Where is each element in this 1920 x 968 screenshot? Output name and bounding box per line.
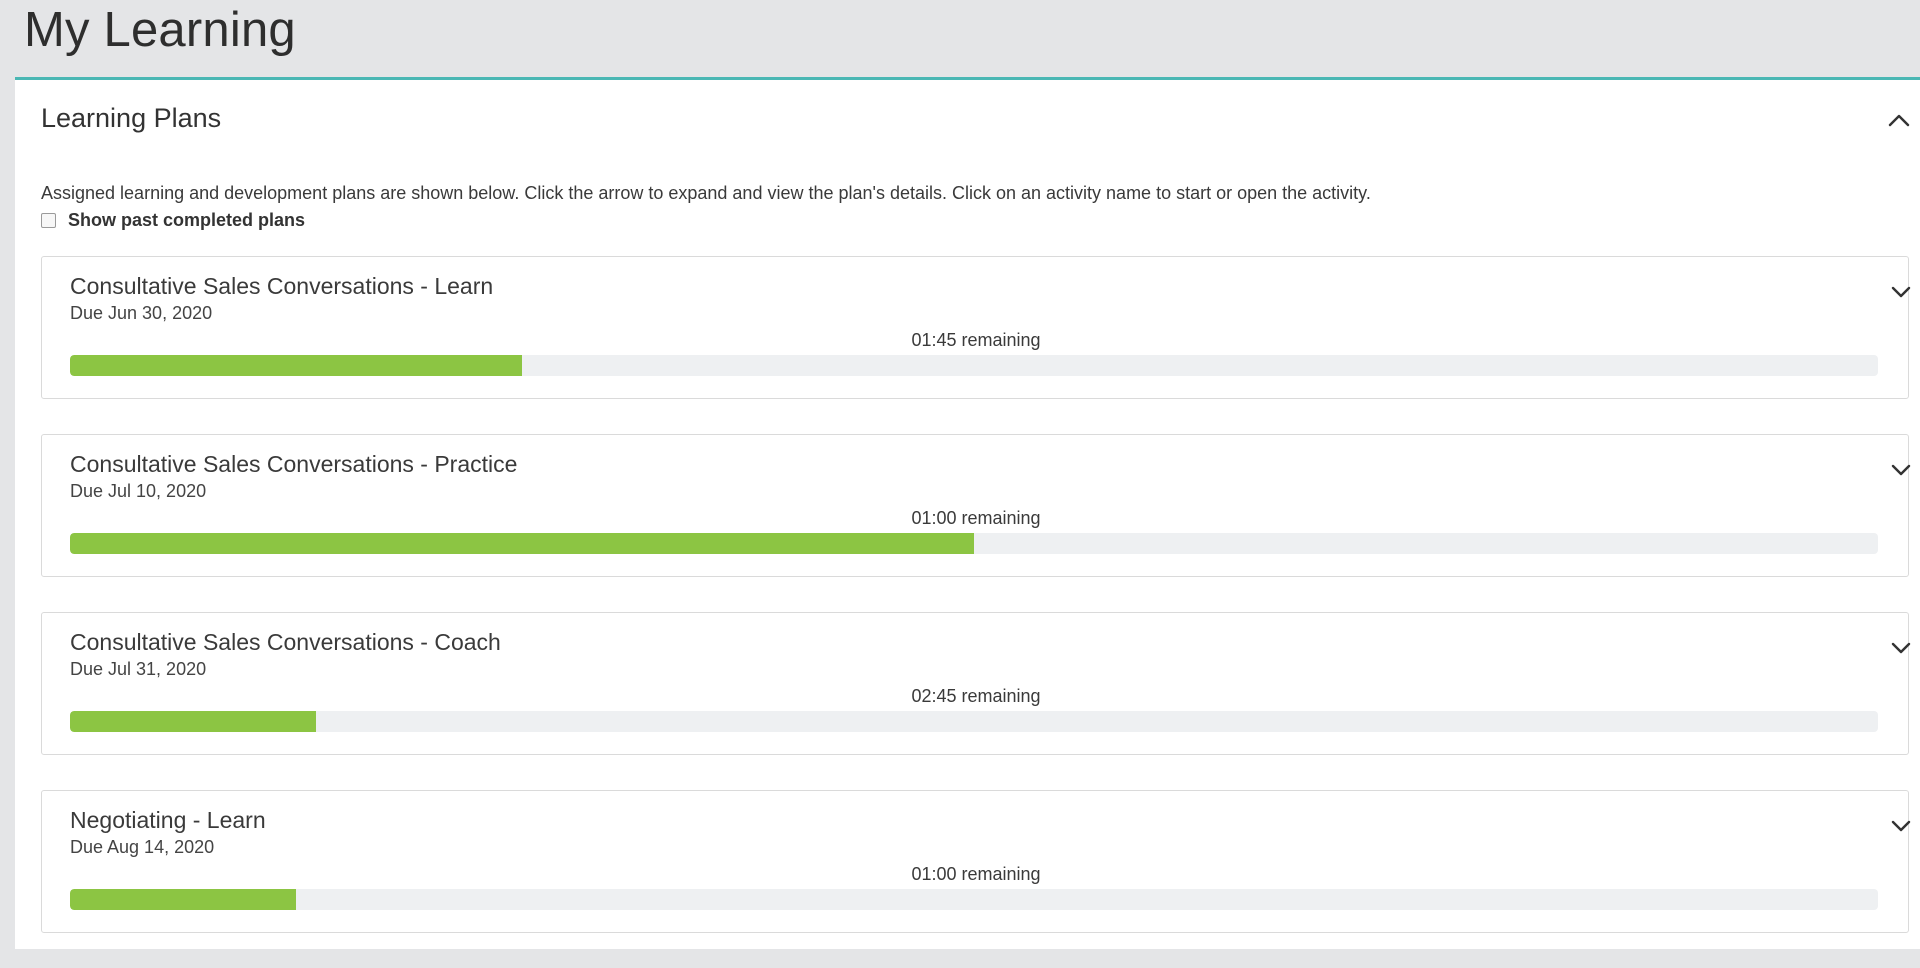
chevron-up-icon[interactable]: [1885, 106, 1913, 134]
plan-name-link[interactable]: Consultative Sales Conversations - Pract…: [70, 451, 517, 478]
show-past-plans-toggle[interactable]: Show past completed plans: [41, 210, 305, 231]
progress-bar: [70, 889, 1878, 910]
progress-bar: [70, 533, 1878, 554]
time-remaining: 02:45 remaining: [911, 686, 1041, 706]
chevron-down-icon[interactable]: [1888, 635, 1914, 661]
plan-name-link[interactable]: Negotiating - Learn: [70, 807, 266, 834]
page-title: My Learning: [24, 3, 296, 57]
show-past-plans-label: Show past completed plans: [68, 210, 306, 230]
plan-card: Consultative Sales Conversations - Learn…: [41, 256, 1911, 399]
plan-due-date: Due Jul 31, 2020: [70, 659, 207, 679]
plan-due-date: Due Aug 14, 2020: [70, 837, 215, 857]
chevron-down-icon[interactable]: [1888, 279, 1914, 305]
progress-bar: [70, 355, 1878, 376]
time-remaining: 01:00 remaining: [911, 508, 1041, 528]
plan-due-date: Due Jul 10, 2020: [70, 481, 207, 501]
show-past-plans-checkbox[interactable]: [41, 213, 56, 228]
plans-list: Consultative Sales Conversations - Learn…: [41, 256, 1911, 968]
time-remaining: 01:00 remaining: [911, 864, 1041, 884]
plan-due-date: Due Jun 30, 2020: [70, 303, 213, 323]
plan-card: Negotiating - Learn Due Aug 14, 2020 01:…: [41, 790, 1911, 933]
progress-fill: [70, 533, 974, 554]
plan-name-link[interactable]: Consultative Sales Conversations - Learn: [70, 273, 493, 300]
learning-plans-panel: Learning Plans Assigned learning and dev…: [15, 77, 1920, 949]
chevron-down-icon[interactable]: [1888, 813, 1914, 839]
progress-fill: [70, 711, 316, 732]
plan-card: Consultative Sales Conversations - Pract…: [41, 434, 1911, 577]
panel-title: Learning Plans: [41, 103, 222, 133]
plan-card: Consultative Sales Conversations - Coach…: [41, 612, 1911, 755]
time-remaining: 01:45 remaining: [911, 330, 1041, 350]
progress-bar: [70, 711, 1878, 732]
panel-description: Assigned learning and development plans …: [41, 183, 1371, 203]
page-header: My Learning: [0, 0, 1920, 78]
progress-fill: [70, 355, 522, 376]
plan-name-link[interactable]: Consultative Sales Conversations - Coach: [70, 629, 501, 656]
chevron-down-icon[interactable]: [1888, 457, 1914, 483]
progress-fill: [70, 889, 296, 910]
